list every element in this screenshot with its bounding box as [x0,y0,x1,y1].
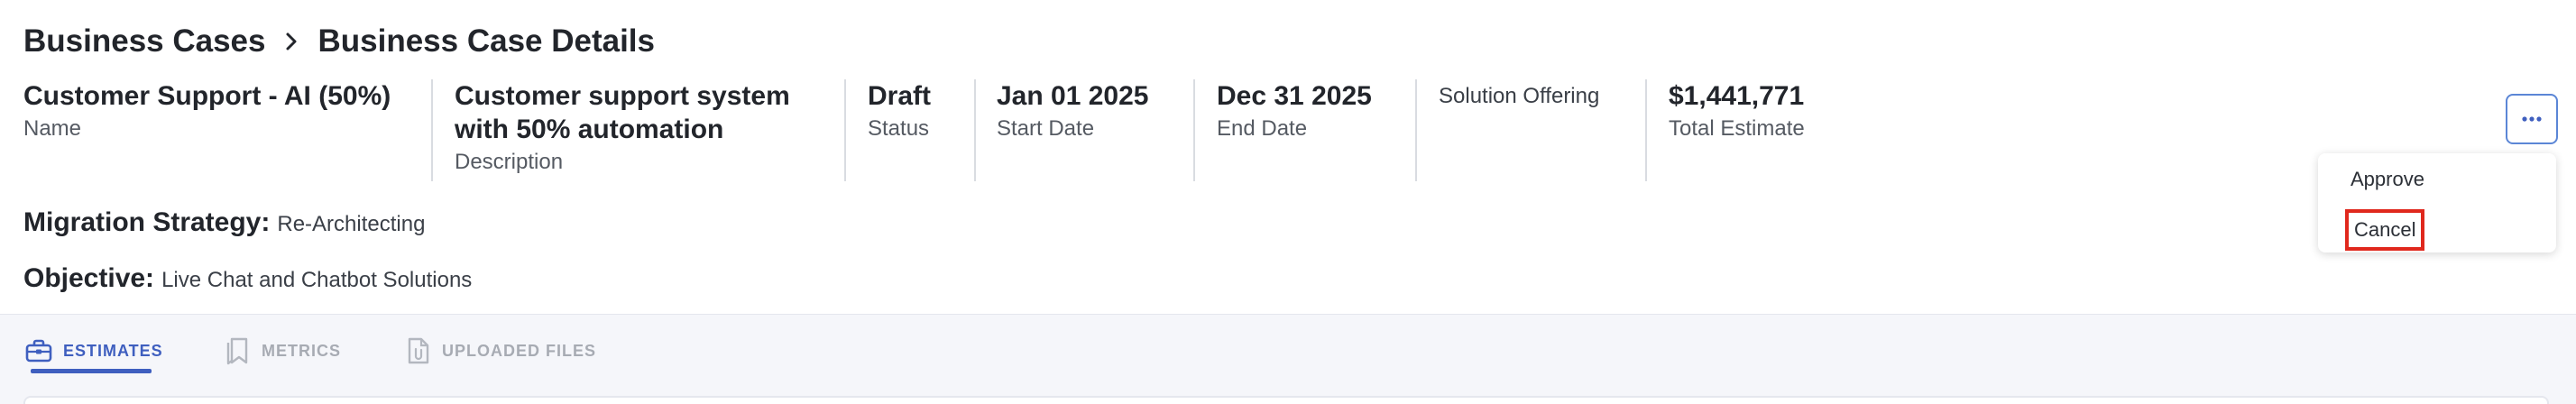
actions-dropdown-menu: Approve Cancel [2318,153,2556,252]
name-value: Customer Support - AI (50%) [23,81,391,111]
description-value-line1: Customer support system [455,81,790,111]
name-field: Customer Support - AI (50%) Name [23,79,391,184]
divider [1645,79,1647,181]
start-date-value: Jan 01 2025 [997,81,1149,111]
bookmarks-icon [226,337,248,365]
start-date-label: Start Date [997,116,1095,141]
migration-strategy-key: Migration Strategy: [23,207,271,237]
divider [431,79,433,181]
objective-key: Objective: [23,263,155,293]
end-date-field: Dec 31 2025 End Date [1217,79,1372,184]
solution-offering-value: Solution Offering [1439,84,1600,108]
cancel-menu-item[interactable]: Cancel [2345,209,2425,251]
migration-strategy-value: Re-Architecting [277,212,426,236]
more-actions-button[interactable] [2506,94,2558,144]
objective: Objective: Live Chat and Chatbot Solutio… [23,263,472,294]
status-field: Draft Status [868,79,931,184]
end-date-label: End Date [1217,116,1308,141]
briefcase-icon [25,339,52,363]
divider [974,79,976,181]
objective-value: Live Chat and Chatbot Solutions [161,268,473,292]
total-estimate-value: $1,441,771 [1669,81,1805,111]
solution-offering-field: Solution Offering [1439,79,1599,184]
estimates-panel [23,396,2549,404]
description-label: Description [455,150,564,174]
name-label: Name [23,116,82,141]
end-date-value: Dec 31 2025 [1217,81,1372,111]
approve-menu-item[interactable]: Approve [2351,168,2424,191]
total-estimate-label: Total Estimate [1669,116,1805,141]
file-attachment-icon [408,337,429,364]
active-tab-indicator [31,369,152,373]
divider [844,79,846,181]
tab-estimates-label: ESTIMATES [63,341,163,360]
tabs-bar: ESTIMATES METRICS UPLOADED FILES [0,314,2576,404]
page-title: Business Case Details [317,23,655,59]
tab-estimates[interactable]: ESTIMATES [25,333,163,369]
description-field: Customer support system with 50% automat… [455,79,790,184]
tab-metrics[interactable]: METRICS [224,333,341,369]
breadcrumb: Business Cases Business Case Details [23,22,655,61]
migration-strategy: Migration Strategy: Re-Architecting [23,207,425,238]
status-value: Draft [868,81,932,111]
tab-uploaded-files[interactable]: UPLOADED FILES [406,333,596,369]
status-label: Status [868,116,930,141]
tab-uploaded-files-label: UPLOADED FILES [442,341,597,360]
divider [1415,79,1417,181]
start-date-field: Jan 01 2025 Start Date [997,79,1148,184]
total-estimate-field: $1,441,771 Total Estimate [1669,79,1805,184]
tab-metrics-label: METRICS [262,341,341,360]
ellipsis-icon [2522,116,2542,122]
divider [1193,79,1195,181]
breadcrumb-business-cases[interactable]: Business Cases [23,23,265,60]
description-value-line2: with 50% automation [455,115,724,144]
chevron-right-icon [286,32,297,50]
